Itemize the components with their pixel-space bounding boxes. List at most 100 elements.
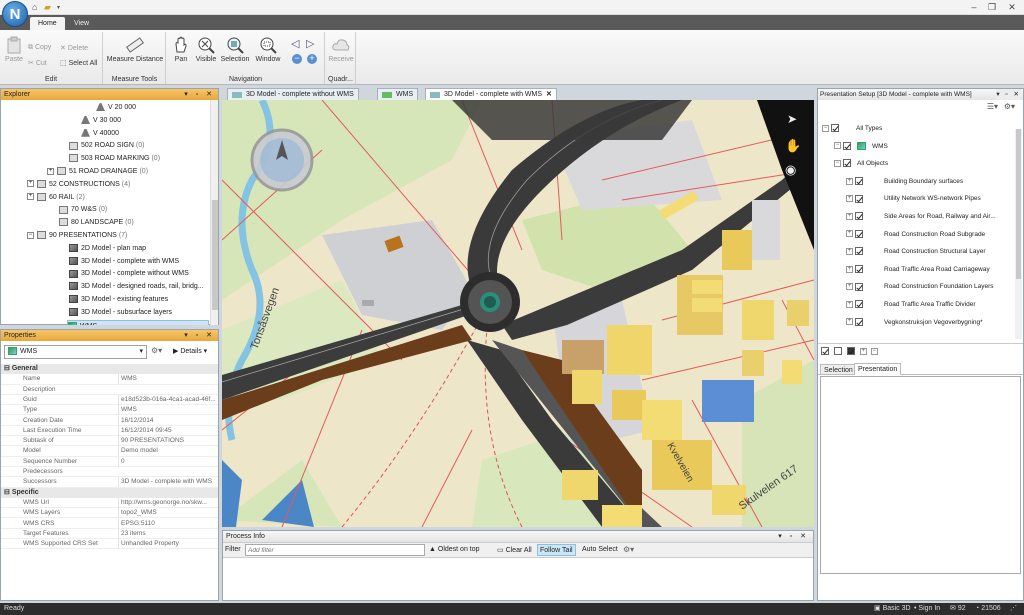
- property-row[interactable]: Description: [1, 385, 218, 395]
- pane-controls-icon[interactable]: ▾ ▫ ✕: [996, 89, 1021, 100]
- presentation-tree-item[interactable]: + Road Traffic Area Traffic Divider: [846, 299, 976, 311]
- explorer-tree-item[interactable]: V 20 000: [96, 102, 136, 114]
- pane-controls-icon[interactable]: ▾ ▫ ✕: [778, 531, 809, 543]
- expand-toggle-icon[interactable]: +: [47, 167, 54, 175]
- measure-distance-button[interactable]: Measure Distance: [106, 36, 164, 63]
- details-button[interactable]: ▶ Details ▾: [173, 347, 207, 355]
- visibility-checkbox[interactable]: [855, 177, 863, 186]
- presentation-tree-item[interactable]: + Building Boundary surfaces: [846, 176, 963, 188]
- list-options-icon[interactable]: ☰▾: [987, 102, 998, 111]
- property-row[interactable]: Target Features 23 items: [1, 528, 218, 540]
- map-viewport[interactable]: Tonsåsvegen Skulvelen 617 Kvelveien ➤ ✋ …: [222, 100, 814, 527]
- expand-toggle-icon[interactable]: −: [27, 231, 34, 239]
- visibility-checkbox[interactable]: [855, 194, 863, 203]
- pane-controls-icon[interactable]: ▾ ▫ ✕: [184, 330, 215, 341]
- property-row[interactable]: WMS Supported CRS Set Unhandled Property: [1, 539, 218, 550]
- property-row[interactable]: Last Execution Time 16/12/2014 09:45: [1, 425, 218, 437]
- visible-button[interactable]: Visible: [194, 36, 218, 63]
- explorer-tree-item[interactable]: 503 ROAD MARKING (0): [69, 153, 160, 165]
- property-row[interactable]: Sequence Number 0: [1, 456, 218, 467]
- explorer-tree-item[interactable]: 3D Model - existing features: [69, 294, 168, 306]
- visibility-checkbox[interactable]: [855, 317, 863, 326]
- gear-icon[interactable]: ⚙▾: [151, 346, 162, 355]
- zoom-in-icon[interactable]: +: [307, 54, 317, 64]
- restore-icon[interactable]: ❐: [984, 1, 1000, 13]
- explorer-tree-item[interactable]: 3D Model - subsurface layers: [69, 307, 172, 319]
- gear-icon[interactable]: ⚙▾: [1004, 102, 1015, 111]
- pan-button[interactable]: Pan: [170, 36, 192, 63]
- expand-toggle-icon[interactable]: +: [846, 247, 853, 255]
- category-general[interactable]: ⊟ General: [1, 364, 218, 374]
- property-row[interactable]: Creation Date 16/12/2014: [1, 415, 218, 426]
- visibility-checkbox[interactable]: [843, 141, 851, 150]
- scrollbar-thumb[interactable]: [212, 200, 218, 310]
- presentation-tree-item[interactable]: + Road Traffic Area Road Carriageway: [846, 264, 990, 276]
- back-arrow-icon[interactable]: ◁: [291, 37, 299, 50]
- expand-toggle-icon[interactable]: +: [846, 300, 853, 308]
- gear-icon[interactable]: ⚙▾: [623, 545, 634, 554]
- presentation-tree-item[interactable]: − All Types: [822, 123, 882, 135]
- visibility-checkbox[interactable]: [855, 300, 863, 309]
- check-all-icon[interactable]: [821, 347, 829, 355]
- expand-toggle-icon[interactable]: +: [846, 195, 853, 203]
- auto-select-button[interactable]: Auto Select: [582, 546, 618, 553]
- explorer-tree-item[interactable]: 70 W&S (0): [59, 204, 107, 216]
- explorer-tree-item[interactable]: WMS: [67, 319, 209, 325]
- expand-toggle-icon[interactable]: +: [846, 230, 853, 238]
- receive-button[interactable]: Receive: [327, 36, 355, 63]
- close-icon[interactable]: ✕: [546, 91, 552, 98]
- minimize-icon[interactable]: –: [966, 1, 982, 13]
- copy-button[interactable]: ⧉ Copy: [28, 44, 51, 52]
- check-filled-icon[interactable]: [846, 347, 855, 355]
- oldest-on-top-button[interactable]: ▲ Oldest on top: [429, 546, 480, 553]
- sign-in-link[interactable]: • Sign In: [914, 603, 940, 615]
- explorer-tree-item[interactable]: 2D Model - plan map: [69, 243, 146, 255]
- forward-arrow-icon[interactable]: ▷: [306, 37, 314, 50]
- tab-wms[interactable]: WMS: [377, 88, 419, 100]
- tab-3d-model-with-wms[interactable]: 3D Model - complete with WMS ✕: [425, 88, 557, 100]
- expand-toggle-icon[interactable]: +: [846, 177, 853, 185]
- clear-all-button[interactable]: ▭ Clear All: [497, 546, 532, 554]
- expand-toggle-icon[interactable]: −: [834, 159, 841, 167]
- explorer-tree-item[interactable]: +60 RAIL (2): [27, 192, 85, 204]
- tab-view[interactable]: View: [66, 17, 97, 30]
- expand-toggle-icon[interactable]: +: [846, 283, 853, 291]
- pointer-icon[interactable]: ➤: [787, 112, 797, 126]
- resize-grip-icon[interactable]: ⋰: [1010, 603, 1017, 615]
- presentation-tree-item[interactable]: + Road Construction Foundation Layers: [846, 281, 993, 293]
- expand-toggle-icon[interactable]: +: [846, 318, 853, 326]
- property-row[interactable]: Model Demo model: [1, 446, 218, 457]
- property-row[interactable]: WMS Url http://wms.geonorge.no/skw...: [1, 497, 218, 509]
- presentation-tree-item[interactable]: + Vegkonstruksjon Vegoverbygning*: [846, 317, 983, 329]
- explorer-tree-item[interactable]: 80 LANDSCAPE (0): [59, 217, 134, 229]
- collapse-icon[interactable]: ⊟: [4, 489, 12, 496]
- explorer-tree-item[interactable]: V 30 000: [81, 115, 121, 127]
- zoom-out-icon[interactable]: −: [292, 54, 302, 64]
- explorer-tree-item[interactable]: − 90 PRESENTATIONS (7): [27, 230, 127, 242]
- explorer-scrollbar[interactable]: [210, 100, 218, 325]
- tab-home[interactable]: Home: [30, 17, 65, 30]
- expand-toggle-icon[interactable]: +: [846, 212, 853, 220]
- delete-button[interactable]: ✕ Delete: [60, 44, 88, 52]
- paste-button[interactable]: Paste: [4, 36, 24, 63]
- orbit-icon[interactable]: ◉: [785, 162, 796, 178]
- expand-toggle-icon[interactable]: +: [846, 265, 853, 273]
- follow-tail-button[interactable]: Follow Tail: [537, 544, 576, 556]
- property-row[interactable]: Successors 3D Model - complete with WMS: [1, 477, 218, 488]
- explorer-tree-item[interactable]: V 40000: [81, 128, 119, 140]
- expand-toggle-icon[interactable]: +: [27, 180, 34, 188]
- presentation-tree-item[interactable]: + Side Areas for Road, Railway and Air...: [846, 211, 996, 223]
- scrollbar-thumb[interactable]: [1016, 129, 1021, 279]
- tab-selection[interactable]: Selection: [820, 364, 857, 375]
- explorer-tree-item[interactable]: 3D Model - complete with WMS: [69, 256, 179, 268]
- expand-all-icon[interactable]: +: [859, 347, 867, 355]
- visibility-checkbox[interactable]: [831, 124, 839, 133]
- visibility-checkbox[interactable]: [855, 282, 863, 291]
- collapse-icon[interactable]: ⊟: [4, 365, 12, 372]
- collapse-all-icon[interactable]: −: [870, 347, 878, 355]
- app-logo[interactable]: N: [2, 1, 28, 27]
- cut-button[interactable]: ✂ Cut: [28, 59, 47, 67]
- visibility-checkbox[interactable]: [843, 159, 851, 168]
- uncheck-all-icon[interactable]: [833, 347, 842, 355]
- presentation-scrollbar[interactable]: [1015, 129, 1022, 339]
